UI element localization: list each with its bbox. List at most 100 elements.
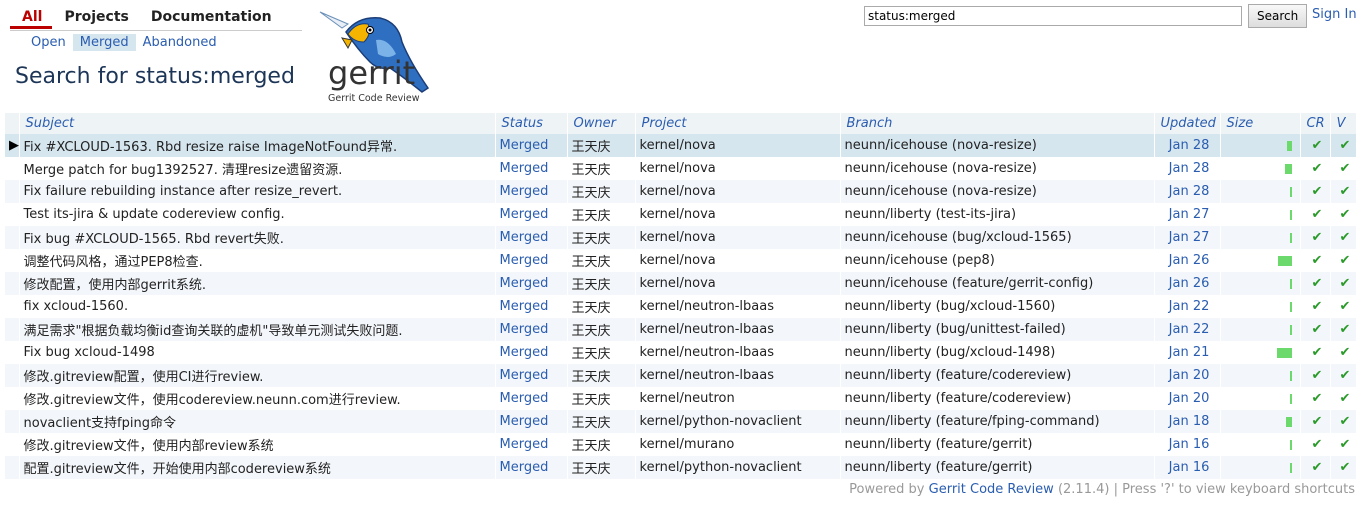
footer-gerrit-link[interactable]: Gerrit Code Review <box>929 482 1054 497</box>
menu-all[interactable]: All <box>10 8 53 29</box>
table-row[interactable]: Fix failure rebuilding instance after re… <box>5 180 1357 203</box>
change-owner[interactable]: 王天庆 <box>567 226 636 249</box>
change-subject[interactable]: 修改.gitreview文件，使用codereview.neunn.com进行r… <box>19 387 496 410</box>
change-owner[interactable]: 王天庆 <box>567 134 636 157</box>
change-branch[interactable]: neunn/icehouse (nova-resize) <box>840 157 1155 180</box>
verified-check-icon: ✔ <box>1330 364 1357 387</box>
table-row[interactable]: ▶ Fix #XCLOUD-1563. Rbd resize raise Imag… <box>5 134 1357 157</box>
change-owner[interactable]: 王天庆 <box>567 295 636 318</box>
search-button[interactable]: Search <box>1248 4 1308 28</box>
change-project[interactable]: kernel/python-novaclient <box>635 410 841 433</box>
change-subject[interactable]: Fix bug xcloud-1498 <box>19 341 496 364</box>
change-project[interactable]: kernel/nova <box>635 203 841 226</box>
row-pointer-icon <box>5 410 20 433</box>
change-branch[interactable]: neunn/liberty (bug/xcloud-1498) <box>840 341 1155 364</box>
search-input[interactable] <box>864 6 1242 26</box>
table-row[interactable]: Fix bug #XCLOUD-1565. Rbd revert失败. Merge… <box>5 226 1357 249</box>
menu-documentation[interactable]: Documentation <box>139 8 282 29</box>
change-subject[interactable]: Fix bug #XCLOUD-1565. Rbd revert失败. <box>19 226 496 249</box>
table-row[interactable]: 调整代码风格，通过PEP8检查. Merged 王天庆 kernel/nova neun… <box>5 249 1357 272</box>
change-updated: Jan 22 <box>1154 295 1221 318</box>
table-row[interactable]: 修改配置，使用内部gerrit系统. Merged 王天庆 kernel/nova ne… <box>5 272 1357 295</box>
sign-in-link[interactable]: Sign In <box>1312 7 1357 22</box>
table-row[interactable]: 满足需求"根据负载均衡id查询关联的虚机"导致单元测试失败问题. Merged 王天… <box>5 318 1357 341</box>
change-owner[interactable]: 王天庆 <box>567 364 636 387</box>
change-subject[interactable]: 满足需求"根据负载均衡id查询关联的虚机"导致单元测试失败问题. <box>19 318 496 341</box>
change-branch[interactable]: neunn/liberty (feature/gerrit) <box>840 456 1155 479</box>
table-row[interactable]: 修改.gitreview文件，使用内部review系统 Merged 王天庆 kern… <box>5 433 1357 456</box>
change-branch[interactable]: neunn/icehouse (nova-resize) <box>840 180 1155 203</box>
change-branch[interactable]: neunn/liberty (feature/gerrit) <box>840 433 1155 456</box>
change-project[interactable]: kernel/nova <box>635 249 841 272</box>
change-branch[interactable]: neunn/liberty (bug/unittest-failed) <box>840 318 1155 341</box>
change-owner[interactable]: 王天庆 <box>567 410 636 433</box>
change-owner[interactable]: 王天庆 <box>567 157 636 180</box>
change-subject[interactable]: Fix #XCLOUD-1563. Rbd resize raise Image… <box>19 134 496 157</box>
size-bar <box>1289 301 1292 312</box>
change-owner[interactable]: 王天庆 <box>567 272 636 295</box>
change-project[interactable]: kernel/murano <box>635 433 841 456</box>
change-owner[interactable]: 王天庆 <box>567 318 636 341</box>
table-row[interactable]: Merge patch for bug1392527. 清理resize遗留资源… <box>5 157 1357 180</box>
change-subject[interactable]: 修改.gitreview文件，使用内部review系统 <box>19 433 496 456</box>
change-subject[interactable]: 配置.gitreview文件，开始使用内部codereview系统 <box>19 456 496 479</box>
table-row[interactable]: 修改.gitreview配置，使用CI进行review. Merged 王天庆 ker… <box>5 364 1357 387</box>
table-row[interactable]: 配置.gitreview文件，开始使用内部codereview系统 Merged 王… <box>5 456 1357 479</box>
change-owner[interactable]: 王天庆 <box>567 456 636 479</box>
change-subject[interactable]: 修改.gitreview配置，使用CI进行review. <box>19 364 496 387</box>
menu-projects[interactable]: Projects <box>52 8 138 29</box>
change-project[interactable]: kernel/nova <box>635 272 841 295</box>
change-project[interactable]: kernel/nova <box>635 226 841 249</box>
change-owner[interactable]: 王天庆 <box>567 433 636 456</box>
change-size <box>1220 203 1301 226</box>
change-branch[interactable]: neunn/liberty (feature/fping-command) <box>840 410 1155 433</box>
change-owner[interactable]: 王天庆 <box>567 387 636 410</box>
table-row[interactable]: 修改.gitreview文件，使用codereview.neunn.com进行r… <box>5 387 1357 410</box>
change-subject[interactable]: Test its-jira & update codereview config… <box>19 203 496 226</box>
table-row[interactable]: Test its-jira & update codereview config… <box>5 203 1357 226</box>
change-status: Merged <box>495 387 568 410</box>
change-branch[interactable]: neunn/icehouse (nova-resize) <box>840 134 1155 157</box>
change-branch[interactable]: neunn/liberty (bug/xcloud-1560) <box>840 295 1155 318</box>
change-owner[interactable]: 王天庆 <box>567 249 636 272</box>
submenu-abandoned[interactable]: Abandoned <box>136 34 224 51</box>
change-subject[interactable]: 修改配置，使用内部gerrit系统. <box>19 272 496 295</box>
change-subject[interactable]: 调整代码风格，通过PEP8检查. <box>19 249 496 272</box>
verified-check-icon: ✔ <box>1330 272 1357 295</box>
change-project[interactable]: kernel/neutron-lbaas <box>635 295 841 318</box>
change-subject[interactable]: novaclient支持fping命令 <box>19 410 496 433</box>
change-project[interactable]: kernel/nova <box>635 134 841 157</box>
change-project[interactable]: kernel/neutron-lbaas <box>635 364 841 387</box>
header-branch: Branch <box>840 113 1155 134</box>
change-size <box>1220 295 1301 318</box>
change-subject[interactable]: Fix failure rebuilding instance after re… <box>19 180 496 203</box>
change-branch[interactable]: neunn/icehouse (bug/xcloud-1565) <box>840 226 1155 249</box>
change-status: Merged <box>495 341 568 364</box>
table-row[interactable]: fix xcloud-1560. Merged 王天庆 kernel/neutron-… <box>5 295 1357 318</box>
change-project[interactable]: kernel/neutron-lbaas <box>635 341 841 364</box>
change-project[interactable]: kernel/nova <box>635 157 841 180</box>
change-project[interactable]: kernel/python-novaclient <box>635 456 841 479</box>
change-project[interactable]: kernel/nova <box>635 180 841 203</box>
change-size <box>1220 387 1301 410</box>
change-owner[interactable]: 王天庆 <box>567 203 636 226</box>
change-updated: Jan 28 <box>1154 134 1221 157</box>
change-project[interactable]: kernel/neutron <box>635 387 841 410</box>
code-review-check-icon: ✔ <box>1300 433 1331 456</box>
change-subject[interactable]: Merge patch for bug1392527. 清理resize遗留资源… <box>19 157 496 180</box>
table-row[interactable]: Fix bug xcloud-1498 Merged 王天庆 kernel/neutr… <box>5 341 1357 364</box>
change-owner[interactable]: 王天庆 <box>567 341 636 364</box>
change-branch[interactable]: neunn/icehouse (pep8) <box>840 249 1155 272</box>
change-updated: Jan 16 <box>1154 456 1221 479</box>
submenu-open[interactable]: Open <box>24 34 73 51</box>
change-branch[interactable]: neunn/icehouse (feature/gerrit-config) <box>840 272 1155 295</box>
change-subject[interactable]: fix xcloud-1560. <box>19 295 496 318</box>
change-project[interactable]: kernel/neutron-lbaas <box>635 318 841 341</box>
change-branch[interactable]: neunn/liberty (feature/codereview) <box>840 364 1155 387</box>
row-pointer-icon <box>5 180 20 203</box>
submenu-merged[interactable]: Merged <box>72 34 136 51</box>
table-row[interactable]: novaclient支持fping命令 Merged 王天庆 kernel/pytho… <box>5 410 1357 433</box>
change-branch[interactable]: neunn/liberty (feature/codereview) <box>840 387 1155 410</box>
change-branch[interactable]: neunn/liberty (test-its-jira) <box>840 203 1155 226</box>
change-owner[interactable]: 王天庆 <box>567 180 636 203</box>
